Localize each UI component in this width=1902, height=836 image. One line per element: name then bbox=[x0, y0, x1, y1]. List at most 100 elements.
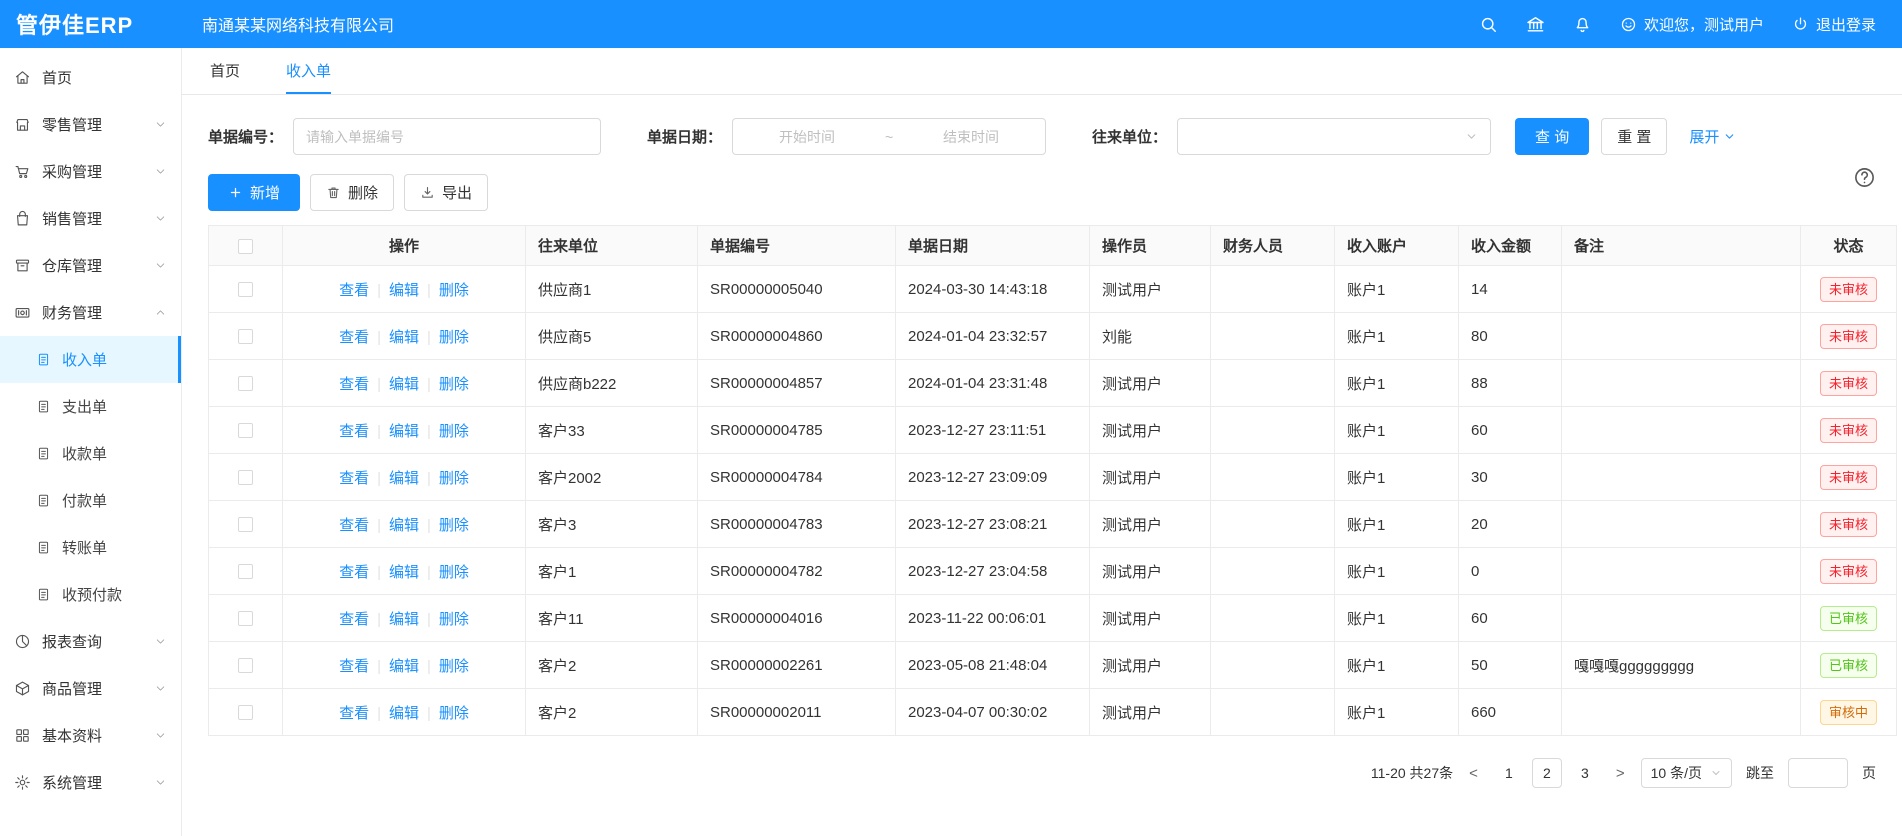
action-separator: | bbox=[377, 376, 381, 393]
sidebar-item-finance[interactable]: 财务管理 bbox=[0, 289, 181, 336]
row-action-edit[interactable]: 编辑 bbox=[389, 611, 419, 628]
filter-bar: 单据编号： 单据日期： 开始时间 ~ 结束时间 往来单位： bbox=[208, 118, 1876, 155]
sidebar-item-label: 付款单 bbox=[62, 490, 167, 511]
sidebar-item-retail[interactable]: 零售管理 bbox=[0, 101, 181, 148]
table-row: 查看|编辑|删除客户1SR000000047822023-12-27 23:04… bbox=[209, 548, 1897, 595]
row-action-view[interactable]: 查看 bbox=[339, 376, 369, 393]
row-checkbox[interactable] bbox=[238, 658, 253, 673]
sidebar-item-basic[interactable]: 基本资料 bbox=[0, 712, 181, 759]
header-actions: 欢迎您，测试用户 退出登录 bbox=[1479, 14, 1902, 35]
tabbar: 首页 收入单 bbox=[182, 48, 1902, 95]
row-action-view[interactable]: 查看 bbox=[339, 658, 369, 675]
cell-account: 账户1 bbox=[1335, 360, 1459, 407]
row-action-edit[interactable]: 编辑 bbox=[389, 423, 419, 440]
cell-date: 2024-01-04 23:32:57 bbox=[896, 313, 1090, 360]
sidebar-item-transfer[interactable]: 转账单 bbox=[0, 524, 181, 571]
row-action-delete[interactable]: 删除 bbox=[439, 611, 469, 628]
row-checkbox[interactable] bbox=[238, 423, 253, 438]
row-action-edit[interactable]: 编辑 bbox=[389, 517, 419, 534]
row-checkbox[interactable] bbox=[238, 564, 253, 579]
row-checkbox[interactable] bbox=[238, 470, 253, 485]
row-action-view[interactable]: 查看 bbox=[339, 705, 369, 722]
prev-page-button[interactable]: < bbox=[1467, 765, 1480, 782]
welcome-user[interactable]: 欢迎您，测试用户 bbox=[1620, 14, 1764, 35]
row-action-view[interactable]: 查看 bbox=[339, 517, 369, 534]
sidebar-item-income[interactable]: 收入单 bbox=[0, 336, 181, 383]
sidebar-item-payment[interactable]: 付款单 bbox=[0, 477, 181, 524]
search-submit-button[interactable]: 查 询 bbox=[1515, 118, 1589, 155]
row-action-edit[interactable]: 编辑 bbox=[389, 282, 419, 299]
row-action-delete[interactable]: 删除 bbox=[439, 470, 469, 487]
reset-button[interactable]: 重 置 bbox=[1601, 118, 1667, 155]
row-actions-cell: 查看|编辑|删除 bbox=[283, 548, 526, 595]
bank-icon[interactable] bbox=[1526, 15, 1545, 34]
date-range-picker[interactable]: 开始时间 ~ 结束时间 bbox=[732, 118, 1046, 155]
row-action-edit[interactable]: 编辑 bbox=[389, 564, 419, 581]
column-header-9: 状态 bbox=[1801, 226, 1897, 266]
pagination: 11-20 共27条 < 123 > 10 条/页 跳至 页 bbox=[208, 758, 1876, 814]
submenu-finance: 收入单支出单收款单付款单转账单收预付款 bbox=[0, 336, 181, 618]
tab-home[interactable]: 首页 bbox=[210, 48, 240, 94]
sidebar-item-sales[interactable]: 销售管理 bbox=[0, 195, 181, 242]
search-icon[interactable] bbox=[1479, 15, 1498, 34]
sidebar-item-goods[interactable]: 商品管理 bbox=[0, 665, 181, 712]
pagination-total: 11-20 共27条 bbox=[1371, 763, 1453, 783]
jump-page-input[interactable] bbox=[1788, 758, 1848, 788]
row-action-view[interactable]: 查看 bbox=[339, 282, 369, 299]
row-action-edit[interactable]: 编辑 bbox=[389, 658, 419, 675]
row-action-delete[interactable]: 删除 bbox=[439, 517, 469, 534]
logout-button[interactable]: 退出登录 bbox=[1792, 14, 1876, 35]
row-action-view[interactable]: 查看 bbox=[339, 564, 369, 581]
cell-amount: 50 bbox=[1459, 642, 1562, 689]
row-action-delete[interactable]: 删除 bbox=[439, 329, 469, 346]
row-action-edit[interactable]: 编辑 bbox=[389, 376, 419, 393]
bill-no-input[interactable] bbox=[306, 129, 588, 145]
bell-icon[interactable] bbox=[1573, 15, 1592, 34]
row-checkbox[interactable] bbox=[238, 282, 253, 297]
row-action-delete[interactable]: 删除 bbox=[439, 705, 469, 722]
partner-select[interactable] bbox=[1177, 118, 1491, 155]
sidebar-item-report[interactable]: 报表查询 bbox=[0, 618, 181, 665]
sidebar-item-home[interactable]: 首页 bbox=[0, 54, 181, 101]
row-action-delete[interactable]: 删除 bbox=[439, 658, 469, 675]
next-page-button[interactable]: > bbox=[1614, 765, 1627, 782]
row-action-delete[interactable]: 删除 bbox=[439, 376, 469, 393]
select-all-checkbox[interactable] bbox=[238, 239, 253, 254]
row-action-delete[interactable]: 删除 bbox=[439, 423, 469, 440]
row-action-edit[interactable]: 编辑 bbox=[389, 705, 419, 722]
sidebar-item-system[interactable]: 系统管理 bbox=[0, 759, 181, 806]
delete-button[interactable]: 删除 bbox=[310, 174, 394, 211]
table-row: 查看|编辑|删除供应商5SR000000048602024-01-04 23:3… bbox=[209, 313, 1897, 360]
sidebar-item-receipt[interactable]: 收款单 bbox=[0, 430, 181, 477]
sidebar-item-purchase[interactable]: 采购管理 bbox=[0, 148, 181, 195]
action-separator: | bbox=[427, 423, 431, 440]
row-action-view[interactable]: 查看 bbox=[339, 611, 369, 628]
row-action-view[interactable]: 查看 bbox=[339, 329, 369, 346]
sidebar-item-expense[interactable]: 支出单 bbox=[0, 383, 181, 430]
page-number-2[interactable]: 2 bbox=[1532, 758, 1562, 788]
row-checkbox[interactable] bbox=[238, 517, 253, 532]
row-action-view[interactable]: 查看 bbox=[339, 470, 369, 487]
page-number-1[interactable]: 1 bbox=[1494, 758, 1524, 788]
add-button[interactable]: 新增 bbox=[208, 174, 300, 211]
sidebar-item-warehouse[interactable]: 仓库管理 bbox=[0, 242, 181, 289]
sidebar-item-advance[interactable]: 收预付款 bbox=[0, 571, 181, 618]
help-icon[interactable] bbox=[1853, 166, 1876, 189]
tab-income[interactable]: 收入单 bbox=[286, 48, 331, 94]
row-checkbox[interactable] bbox=[238, 705, 253, 720]
page-number-3[interactable]: 3 bbox=[1570, 758, 1600, 788]
row-action-delete[interactable]: 删除 bbox=[439, 282, 469, 299]
cell-finance-staff bbox=[1211, 689, 1335, 736]
row-checkbox[interactable] bbox=[238, 611, 253, 626]
row-action-edit[interactable]: 编辑 bbox=[389, 470, 419, 487]
row-action-view[interactable]: 查看 bbox=[339, 423, 369, 440]
page-size-select[interactable]: 10 条/页 bbox=[1641, 758, 1732, 788]
row-action-edit[interactable]: 编辑 bbox=[389, 329, 419, 346]
cell-operator: 测试用户 bbox=[1090, 642, 1211, 689]
export-button[interactable]: 导出 bbox=[404, 174, 488, 211]
table-row: 查看|编辑|删除客户11SR000000040162023-11-22 00:0… bbox=[209, 595, 1897, 642]
row-action-delete[interactable]: 删除 bbox=[439, 564, 469, 581]
expand-toggle[interactable]: 展开 bbox=[1689, 126, 1736, 147]
row-checkbox[interactable] bbox=[238, 329, 253, 344]
row-checkbox[interactable] bbox=[238, 376, 253, 391]
